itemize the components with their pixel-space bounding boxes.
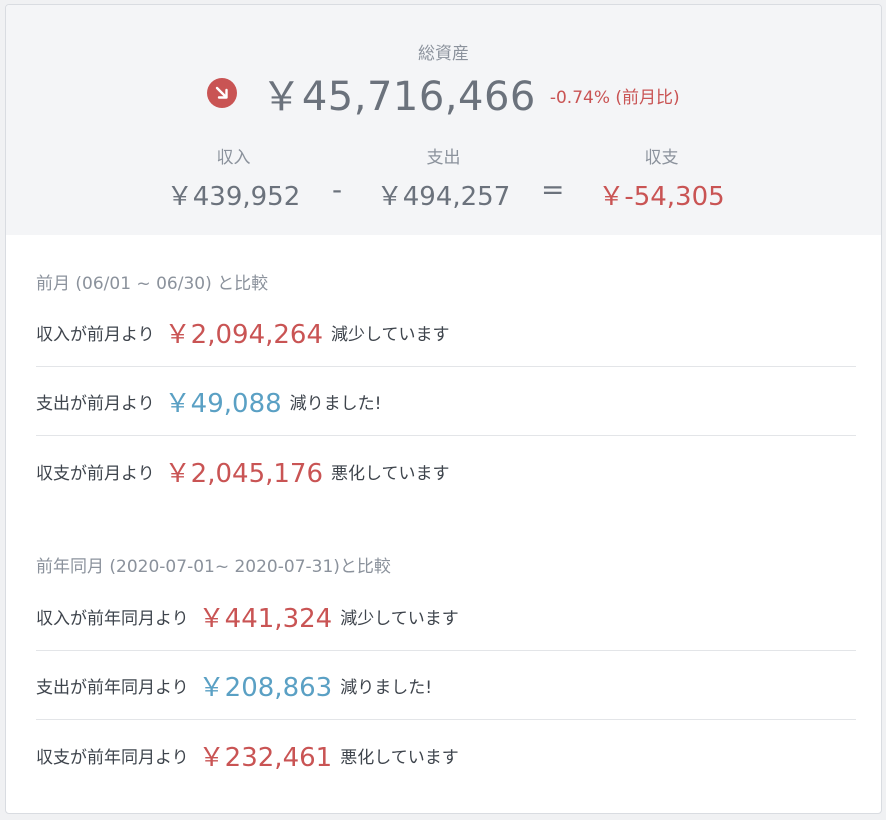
- row-suffix: 悪化しています: [340, 747, 459, 768]
- expense-label: 支出: [426, 148, 461, 168]
- row-suffix: 減りました!: [340, 678, 433, 698]
- row-amount: ￥2,094,264: [164, 320, 323, 350]
- row-suffix: 減少しています: [340, 609, 459, 629]
- row-prefix: 収入が前年同月より: [36, 609, 189, 629]
- balance-summary: 収支 ￥-54,305: [584, 143, 739, 213]
- expense-summary: 支出 ￥494,257: [366, 143, 521, 213]
- row-amount: ￥2,045,176: [164, 458, 323, 489]
- balance-amount: ￥-54,305: [598, 182, 725, 212]
- prev-year-title: 前年同月 (2020-07-01~ 2020-07-31)と比較: [36, 557, 391, 577]
- balance-label: 収支: [644, 148, 679, 168]
- prev-month-income-row: 収入が前月より ￥2,094,264 減少しています: [36, 299, 856, 367]
- total-assets-amount: ￥45,716,466: [261, 74, 536, 120]
- row-prefix: 収支が前年同月より: [36, 747, 189, 768]
- row-suffix: 悪化しています: [331, 463, 450, 484]
- total-assets-row: ￥45,716,466 -0.74% (前月比): [6, 67, 881, 120]
- row-amount: ￥441,324: [198, 604, 333, 634]
- total-assets-label: 総資産: [418, 44, 469, 64]
- equals-operator: =: [541, 173, 565, 206]
- row-suffix: 減少しています: [331, 325, 450, 345]
- row-prefix: 支出が前年同月より: [36, 678, 189, 698]
- arrow-down-right-icon: [207, 78, 238, 108]
- row-prefix: 収入が前月より: [36, 325, 155, 345]
- income-label: 収入: [216, 148, 251, 168]
- income-amount: ￥439,952: [166, 182, 301, 212]
- row-prefix: 収支が前月より: [36, 463, 155, 484]
- minus-operator: -: [332, 173, 343, 206]
- prev-month-expense-row: 支出が前月より ￥49,088 減りました!: [36, 368, 856, 436]
- row-prefix: 支出が前月より: [36, 394, 155, 414]
- prev-year-balance-row: 収支が前年同月より ￥232,461 悪化しています: [36, 721, 856, 789]
- expense-amount: ￥494,257: [376, 182, 511, 212]
- row-suffix: 減りました!: [289, 394, 382, 414]
- prev-month-balance-row: 収支が前月より ￥2,045,176 悪化しています: [36, 437, 856, 505]
- row-amount: ￥49,088: [164, 389, 282, 419]
- total-assets-change: -0.74% (前月比): [549, 87, 680, 108]
- prev-year-expense-row: 支出が前年同月より ￥208,863 減りました!: [36, 652, 856, 720]
- prev-year-income-row: 収入が前年同月より ￥441,324 減少しています: [36, 583, 856, 651]
- prev-month-title: 前月 (06/01 ~ 06/30) と比較: [36, 274, 269, 294]
- income-summary: 収入 ￥439,952: [156, 143, 311, 213]
- row-amount: ￥208,863: [198, 673, 333, 703]
- row-amount: ￥232,461: [198, 742, 333, 773]
- summary-header: 総資産 ￥45,716,466 -0.74% (前月比) 収入 ￥439,952…: [6, 5, 881, 235]
- asset-summary-card: 総資産 ￥45,716,466 -0.74% (前月比) 収入 ￥439,952…: [5, 4, 882, 814]
